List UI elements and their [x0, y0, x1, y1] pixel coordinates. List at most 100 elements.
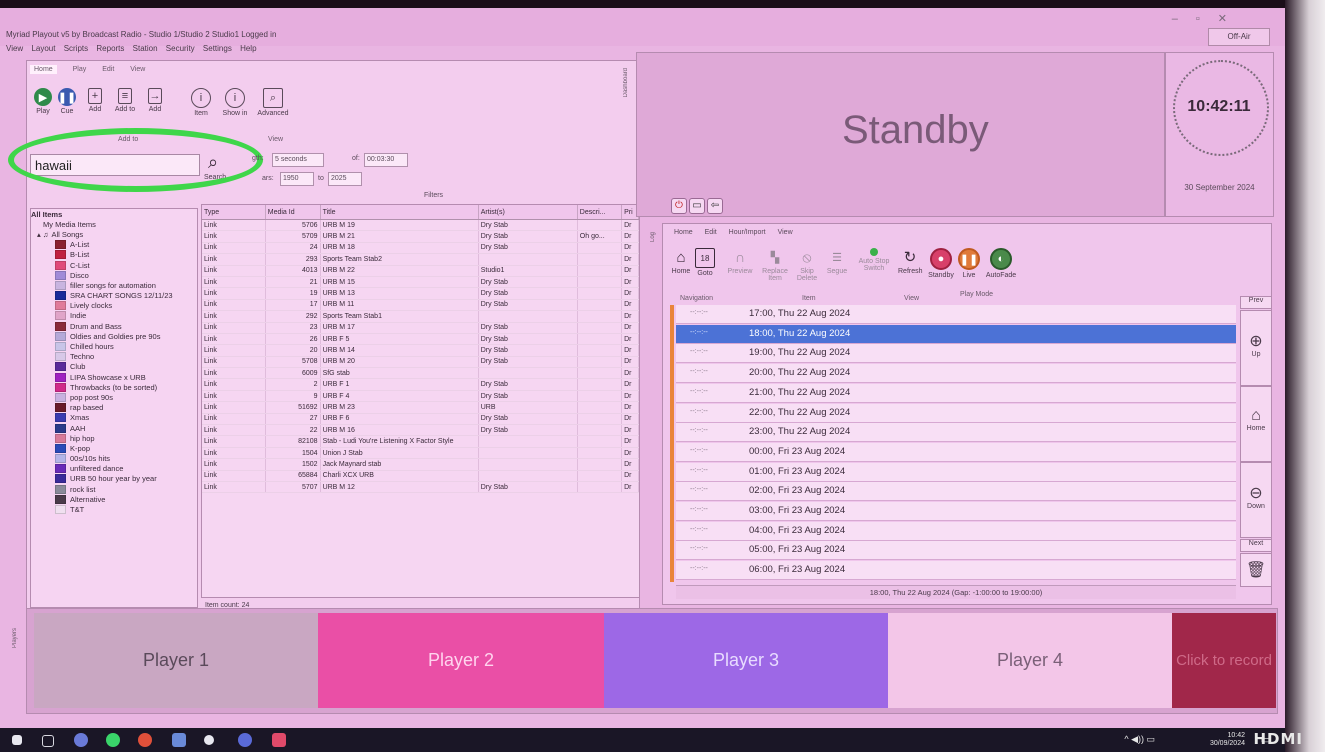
delete-button[interactable]: 🗑 [1240, 553, 1272, 587]
spotify-icon[interactable] [106, 733, 120, 747]
app-icon[interactable] [204, 735, 214, 745]
windows-start-icon[interactable] [12, 735, 22, 745]
cue-button[interactable]: ❚❚ Cue [56, 88, 78, 115]
log-tab-edit[interactable]: Edit [705, 229, 717, 236]
tab-edit[interactable]: Edit [102, 66, 114, 73]
standby-button[interactable]: ● Standby [928, 248, 954, 279]
log-row[interactable]: --:--:-- 05:00, Fri 23 Aug 2024 [676, 541, 1236, 561]
log-row[interactable]: --:--:-- 17:00, Thu 22 Aug 2024 [676, 305, 1236, 324]
tree-item[interactable]: Xmas [31, 413, 197, 423]
menu-station[interactable]: Station [133, 44, 158, 53]
item-information-button[interactable]: i Item [184, 88, 218, 117]
log-tab-view[interactable]: View [778, 229, 793, 236]
tree-item[interactable]: filler songs for automation [31, 280, 197, 290]
prev-button[interactable]: Prev [1240, 296, 1272, 309]
tree-item[interactable]: Throwbacks (to be sorted) [31, 382, 197, 392]
table-row[interactable]: Link 2 URB F 1 Dry Stab Dr [202, 378, 639, 391]
tree-item[interactable]: Techno [31, 352, 197, 362]
clock-app-icon[interactable] [238, 733, 252, 747]
table-row[interactable]: Link 17 URB M 11 Dry Stab Dr [202, 299, 639, 312]
table-row[interactable]: Link 1502 Jack Maynard stab Dr [202, 458, 639, 471]
log-row[interactable]: --:--:-- 20:00, Thu 22 Aug 2024 [676, 364, 1236, 384]
table-row[interactable]: Link 5708 URB M 20 Dry Stab Dr [202, 356, 639, 369]
down-button[interactable]: ⊖ Down [1240, 462, 1272, 538]
tree-item[interactable]: AAH [31, 423, 197, 433]
tree-item[interactable]: Alternative [31, 494, 197, 504]
tab-home[interactable]: Home [30, 65, 57, 74]
table-row[interactable]: Link 5709 URB M 21 Dry Stab Oh go... Dr [202, 230, 639, 243]
table-row[interactable]: Link 82108 Stab - Ludi You're Listening X … [202, 435, 639, 448]
log-row[interactable]: --:--:-- 06:00, Fri 23 Aug 2024 [676, 561, 1236, 581]
log-tab[interactable]: Log [650, 232, 656, 242]
log-row[interactable]: --:--:-- 00:00, Fri 23 Aug 2024 [676, 442, 1236, 462]
table-row[interactable]: Link 24 URB M 18 Dry Stab Dr [202, 242, 639, 255]
tree-item[interactable]: rock list [31, 484, 197, 494]
table-row[interactable]: Link 20 URB M 14 Dry Stab Dr [202, 344, 639, 357]
log-row[interactable]: --:--:-- 01:00, Fri 23 Aug 2024 [676, 462, 1236, 482]
log-row[interactable]: --:--:-- 21:00, Thu 22 Aug 2024 [676, 383, 1236, 403]
log-row[interactable]: --:--:-- 22:00, Thu 22 Aug 2024 [676, 403, 1236, 423]
show-in-smartinfo-button[interactable]: i Show in [218, 88, 252, 117]
tree-item[interactable]: C-List [31, 260, 197, 270]
add-button-2[interactable]: → Add [144, 88, 166, 113]
log-goto-button[interactable]: 18 Goto [694, 248, 716, 277]
col-title[interactable]: Title [320, 205, 479, 220]
log-refresh-button[interactable]: ↻ Refresh [898, 248, 923, 275]
tree-item[interactable]: LIPA Showcase x URB [31, 372, 197, 382]
log-row[interactable]: --:--:-- 19:00, Thu 22 Aug 2024 [676, 344, 1236, 364]
tree-item[interactable]: Chilled hours [31, 341, 197, 352]
menu-security[interactable]: Security [166, 44, 195, 53]
system-tray-icons[interactable]: ^ ◀)) ▭ [1124, 734, 1155, 745]
table-row[interactable]: Link 19 URB M 13 Dry Stab Dr [202, 287, 639, 300]
tree-item[interactable]: B-List [31, 250, 197, 260]
table-row[interactable]: Link 23 URB M 17 Dry Stab Dr [202, 322, 639, 334]
year-to-field[interactable]: 2025 [328, 172, 362, 186]
tree-item[interactable]: URB 50 hour year by year [31, 474, 197, 484]
home-nav-button[interactable]: ⌂ Home [1240, 386, 1272, 462]
tree-item[interactable]: K-pop [31, 443, 197, 453]
tree-item[interactable]: Lively clocks [31, 301, 197, 311]
off-air-button[interactable]: Off-Air [1208, 28, 1270, 46]
col-description[interactable]: Descri... [577, 205, 623, 220]
tree-item[interactable]: SRA CHART SONGS 12/11/23 [31, 291, 197, 301]
log-row[interactable]: --:--:-- 04:00, Fri 23 Aug 2024 [676, 521, 1236, 541]
player-1[interactable]: Player 1 [34, 613, 318, 708]
tree-item[interactable]: unfiltered dance [31, 464, 197, 474]
autofade-button[interactable]: ◐ AutoFade [984, 248, 1018, 279]
log-segue-button[interactable]: ☰ Segue [824, 248, 850, 276]
tree-item[interactable]: A-List [31, 240, 197, 250]
add-button[interactable]: + Add [84, 88, 106, 113]
next-button[interactable]: Next [1240, 539, 1272, 552]
power-icon[interactable]: ⏻ [671, 198, 687, 214]
folder-icon[interactable] [172, 733, 186, 747]
monitor-icon[interactable]: ▭ [689, 198, 705, 214]
add-to-button[interactable]: ≡ Add to [110, 88, 140, 113]
col-artists[interactable]: Artist(s) [478, 205, 578, 220]
menu-help[interactable]: Help [240, 44, 256, 53]
players-tab[interactable]: Players [12, 628, 18, 648]
tree-item[interactable]: Club [31, 362, 197, 372]
log-home-button[interactable]: ⌂ Home [670, 248, 692, 276]
menu-layout[interactable]: Layout [31, 44, 55, 53]
tree-root[interactable]: All Items [31, 209, 197, 219]
player-3[interactable]: Player 3 [604, 613, 888, 708]
table-row[interactable]: Link 5707 URB M 12 Dry Stab Dr [202, 481, 639, 494]
player-4[interactable]: Player 4 [888, 613, 1172, 708]
tab-view[interactable]: View [130, 66, 145, 73]
log-preview-button[interactable]: ∩ Preview [726, 248, 754, 275]
tab-play[interactable]: Play [73, 66, 87, 73]
advanced-search-button[interactable]: ⌕ Advanced [256, 88, 290, 117]
table-row[interactable]: Link 26 URB F 5 Dry Stab Dr [202, 333, 639, 346]
table-row[interactable]: Link 27 URB F 6 Dry Stab Dr [202, 413, 639, 426]
col-type[interactable]: Type [202, 205, 266, 220]
table-row[interactable]: Link 293 Sports Team Stab2 Dr [202, 253, 639, 266]
tree-item[interactable]: T&T [31, 504, 197, 515]
media-grid[interactable]: Type Media Id Title Artist(s) Descri... … [201, 204, 640, 598]
dashboard-tab[interactable]: Dashboard [623, 68, 629, 97]
up-button[interactable]: ⊕ Up [1240, 310, 1272, 386]
table-row[interactable]: Link 9 URB F 4 Dry Stab Dr [202, 390, 639, 403]
player-2[interactable]: Player 2 [318, 613, 604, 708]
live-button[interactable]: ❚❚ Live [958, 248, 980, 279]
record-app-icon[interactable] [272, 733, 286, 747]
tree-item[interactable]: 00s/10s hits [31, 454, 197, 464]
